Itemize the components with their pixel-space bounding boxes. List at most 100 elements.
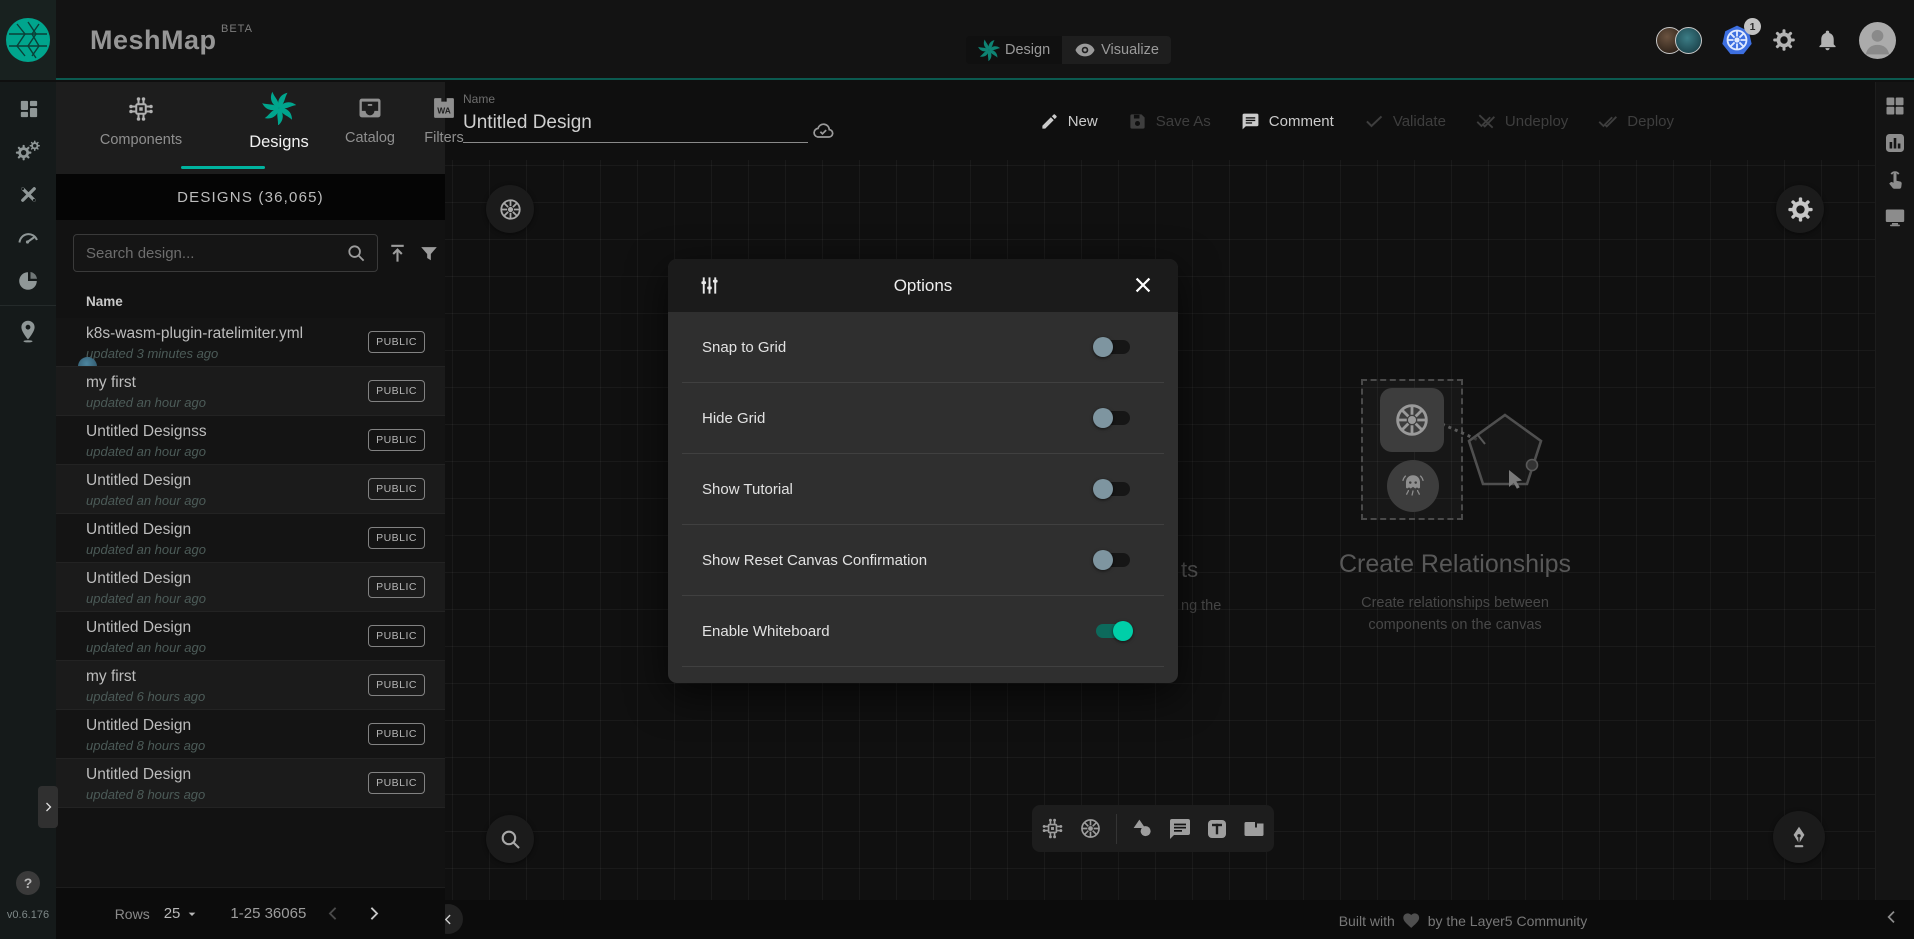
sidebar-item-lifecycle[interactable] — [0, 130, 56, 173]
tab-designs[interactable]: Designs — [228, 82, 330, 174]
action-label: Undeploy — [1505, 113, 1568, 130]
sidebar-expand-button[interactable] — [38, 786, 58, 828]
dock-text-icon[interactable] — [1205, 817, 1229, 841]
toggle-knob — [1113, 621, 1133, 641]
action-label: Comment — [1269, 113, 1334, 130]
design-mode-button[interactable]: Design — [966, 36, 1062, 64]
catalog-drawer-icon — [356, 94, 384, 122]
help-label: ? — [24, 875, 33, 891]
design-list-item[interactable]: Untitled Design updated 8 hours ago PUBL… — [56, 759, 445, 808]
undeploy-button[interactable]: Undeploy — [1476, 111, 1568, 131]
canvas-settings-button[interactable] — [1776, 185, 1824, 233]
tab-catalog[interactable]: Catalog — [332, 82, 408, 174]
deploy-button[interactable]: Deploy — [1598, 111, 1674, 131]
import-upload-icon[interactable] — [386, 242, 409, 265]
close-icon[interactable] — [1132, 274, 1154, 296]
bar-chart-icon[interactable] — [1883, 131, 1907, 155]
dock-divider — [1116, 814, 1117, 844]
designs-spiral-icon — [262, 91, 296, 125]
sidebar-item-extensions[interactable] — [0, 259, 56, 302]
design-list-item[interactable]: my first updated an hour ago PUBLIC — [56, 367, 445, 416]
onboarding-description: Create relationships between components … — [1330, 592, 1580, 637]
cloud-saved-icon — [810, 118, 836, 144]
option-toggle[interactable] — [1096, 482, 1130, 496]
footer-suffix: by the Layer5 Community — [1428, 913, 1588, 929]
dock-media-icon[interactable] — [1242, 817, 1266, 841]
screen-share-icon[interactable] — [1883, 205, 1907, 229]
magnifier-icon — [498, 827, 523, 852]
canvas-dock — [1032, 805, 1274, 852]
tab-filters[interactable]: WA Filters — [414, 82, 474, 174]
hidden-card-text-fragment: ng the — [1181, 598, 1221, 614]
app-version: v0.6.176 — [7, 909, 49, 921]
rows-per-page-select[interactable]: 25 — [164, 905, 201, 922]
design-list-item[interactable]: Untitled Design updated 8 hours ago PUBL… — [56, 710, 445, 759]
filter-funnel-icon[interactable] — [418, 243, 440, 265]
new-button[interactable]: New — [1040, 112, 1098, 131]
collaborator-avatars[interactable] — [1656, 27, 1702, 54]
design-list-item[interactable]: k8s-wasm-plugin-ratelimiter.yml updated … — [56, 318, 445, 367]
pen-nib-icon — [1786, 824, 1812, 850]
footer-collapse-icon[interactable] — [1884, 909, 1900, 925]
option-row: Enable Whiteboard — [668, 596, 1178, 666]
tab-label: Components — [100, 132, 182, 148]
design-name-input[interactable] — [463, 106, 808, 143]
design-list-item[interactable]: Untitled Designss updated an hour ago PU… — [56, 416, 445, 465]
design-list-item[interactable]: Untitled Design updated an hour ago PUBL… — [56, 612, 445, 661]
sidebar-item-configuration[interactable] — [0, 173, 56, 216]
previous-page-button[interactable] — [320, 901, 346, 927]
widgets-grid-icon[interactable] — [1883, 94, 1907, 118]
toggle-knob — [1093, 337, 1113, 357]
visualize-mode-button[interactable]: Visualize — [1062, 36, 1171, 64]
dock-shapes-icon[interactable] — [1130, 816, 1155, 841]
canvas-pen-button[interactable] — [1773, 811, 1825, 863]
help-button[interactable]: ? — [16, 871, 40, 895]
designs-count-header: DESIGNS (36,065) — [56, 174, 445, 220]
user-avatar[interactable] — [1859, 22, 1896, 59]
settings-gear-icon[interactable] — [1772, 28, 1796, 52]
option-toggle[interactable] — [1096, 340, 1130, 354]
validate-button[interactable]: Validate — [1364, 111, 1446, 131]
design-actions: New Save As Comment Validate — [1040, 82, 1674, 160]
canvas-helm-button[interactable] — [486, 185, 534, 233]
comment-button[interactable]: Comment — [1241, 112, 1334, 131]
save-as-button[interactable]: Save As — [1128, 112, 1211, 131]
pagination-range: 1-25 36065 — [230, 905, 306, 922]
hidden-card-text-fragment: ts — [1181, 557, 1198, 583]
sidebar-item-performance[interactable] — [0, 216, 56, 259]
dock-comment-icon[interactable] — [1168, 817, 1192, 841]
layer5-logo-icon — [5, 17, 51, 63]
design-list-item[interactable]: Untitled Design updated an hour ago PUBL… — [56, 563, 445, 612]
design-list-item[interactable]: Untitled Design updated an hour ago PUBL… — [56, 514, 445, 563]
canvas-zoom-button[interactable] — [486, 815, 534, 863]
visibility-badge: PUBLIC — [368, 429, 425, 451]
search-icon[interactable] — [345, 242, 367, 264]
layer5-logo[interactable] — [0, 0, 56, 80]
touch-pointer-icon[interactable] — [1883, 168, 1907, 192]
squid-icon — [1396, 469, 1430, 503]
visibility-badge: PUBLIC — [368, 478, 425, 500]
kubernetes-context-button[interactable]: 1 — [1722, 25, 1752, 55]
sidebar-item-dashboard[interactable] — [0, 87, 56, 130]
option-toggle[interactable] — [1096, 411, 1130, 425]
tab-components[interactable]: Components — [76, 82, 206, 174]
search-input[interactable] — [86, 245, 345, 262]
next-page-button[interactable] — [360, 901, 386, 927]
dock-kubernetes-icon[interactable] — [1078, 816, 1103, 841]
cursor-icon — [1505, 468, 1529, 492]
collaborator-avatar[interactable] — [1675, 27, 1702, 54]
design-list-item[interactable]: Untitled Design updated an hour ago PUBL… — [56, 465, 445, 514]
dock-components-icon[interactable] — [1040, 816, 1065, 841]
option-toggle[interactable] — [1096, 624, 1130, 638]
visibility-badge: PUBLIC — [368, 527, 425, 549]
action-label: New — [1068, 113, 1098, 130]
sidebar-item-meshmap[interactable] — [0, 309, 56, 352]
rail-divider — [0, 305, 56, 306]
option-label: Show Reset Canvas Confirmation — [702, 552, 927, 569]
notifications-bell-icon[interactable] — [1816, 29, 1839, 52]
option-toggle[interactable] — [1096, 553, 1130, 567]
app-beta-tag: BETA — [221, 23, 253, 35]
design-list-item[interactable]: my first updated 6 hours ago PUBLIC — [56, 661, 445, 710]
caret-down-icon — [184, 906, 200, 922]
visibility-badge: PUBLIC — [368, 625, 425, 647]
